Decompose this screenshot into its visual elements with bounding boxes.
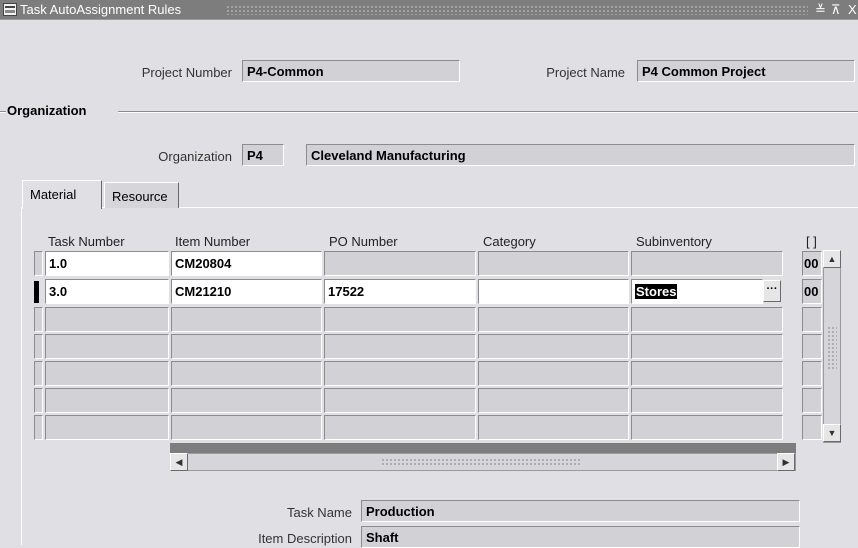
close-icon[interactable]: X bbox=[848, 2, 857, 17]
item-number-cell[interactable]: CM20804 bbox=[171, 251, 322, 276]
section-divider bbox=[0, 111, 6, 113]
category-cell[interactable] bbox=[478, 251, 629, 276]
column-header-category: Category bbox=[483, 234, 536, 249]
row-indicator[interactable] bbox=[34, 251, 43, 276]
minimize-icon[interactable]: ≚ bbox=[815, 2, 826, 18]
po-number-cell[interactable]: 17522 bbox=[324, 279, 476, 304]
po-number-cell[interactable] bbox=[324, 388, 476, 413]
scroll-down-icon[interactable]: ▼ bbox=[823, 424, 841, 442]
po-number-cell[interactable] bbox=[324, 334, 476, 359]
column-header-folder[interactable]: [ ] bbox=[806, 234, 817, 249]
title-bar: Task AutoAssignment Rules ≚ ⊼ X bbox=[0, 0, 858, 20]
current-row-indicator[interactable] bbox=[34, 281, 39, 303]
category-cell[interactable] bbox=[478, 279, 629, 304]
extra-cell[interactable] bbox=[802, 307, 822, 332]
scroll-left-icon[interactable]: ◀ bbox=[170, 453, 188, 471]
task-number-cell[interactable]: 3.0 bbox=[45, 279, 169, 304]
row-indicator[interactable] bbox=[34, 388, 43, 413]
task-number-cell[interactable] bbox=[45, 415, 169, 440]
item-number-cell[interactable] bbox=[171, 334, 322, 359]
task-name-label: Task Name bbox=[286, 505, 352, 520]
po-number-cell[interactable] bbox=[324, 307, 476, 332]
tab-resource[interactable]: Resource bbox=[104, 182, 179, 208]
extra-cell[interactable] bbox=[802, 361, 822, 386]
project-name-label: Project Name bbox=[546, 65, 625, 80]
subinventory-cell[interactable] bbox=[631, 251, 783, 276]
category-cell[interactable] bbox=[478, 334, 629, 359]
item-number-cell[interactable]: CM21210 bbox=[171, 279, 322, 304]
extra-cell[interactable] bbox=[802, 415, 822, 440]
task-number-cell[interactable]: 1.0 bbox=[45, 251, 169, 276]
horizontal-scroll-track-top bbox=[170, 443, 796, 453]
tab-material[interactable]: Material bbox=[22, 180, 102, 209]
column-header-item-number: Item Number bbox=[175, 234, 251, 249]
vertical-scrollbar[interactable]: ▲ ▼ bbox=[823, 250, 841, 443]
list-of-values-button[interactable]: ··· bbox=[763, 280, 781, 302]
project-number-label: Project Number bbox=[141, 65, 232, 80]
organization-name-field[interactable]: Cleveland Manufacturing bbox=[306, 144, 855, 166]
item-description-label: Item Description bbox=[258, 531, 352, 546]
item-number-cell[interactable] bbox=[171, 361, 322, 386]
organization-label: Organization bbox=[158, 149, 232, 164]
subinventory-cell[interactable]: Stores bbox=[631, 279, 763, 304]
task-number-cell[interactable] bbox=[45, 307, 169, 332]
project-number-field[interactable]: P4-Common bbox=[242, 60, 460, 82]
subinventory-cell[interactable] bbox=[631, 388, 783, 413]
extra-cell[interactable] bbox=[802, 334, 822, 359]
item-number-cell[interactable] bbox=[171, 388, 322, 413]
scroll-thumb[interactable] bbox=[827, 326, 837, 371]
subinventory-cell[interactable] bbox=[631, 307, 783, 332]
column-header-task-number: Task Number bbox=[48, 234, 125, 249]
subinventory-cell[interactable] bbox=[631, 361, 783, 386]
extra-cell[interactable]: 00 bbox=[802, 251, 822, 276]
category-cell[interactable] bbox=[478, 307, 629, 332]
organization-section-title: Organization bbox=[7, 103, 87, 118]
scroll-thumb[interactable] bbox=[381, 458, 581, 466]
row-indicator[interactable] bbox=[34, 334, 43, 359]
row-indicator[interactable] bbox=[34, 361, 43, 386]
item-number-cell[interactable] bbox=[171, 307, 322, 332]
section-divider bbox=[118, 111, 858, 113]
category-cell[interactable] bbox=[478, 415, 629, 440]
window-title: Task AutoAssignment Rules bbox=[20, 2, 186, 17]
column-header-subinventory: Subinventory bbox=[636, 234, 712, 249]
scroll-up-icon[interactable]: ▲ bbox=[823, 250, 841, 268]
horizontal-scrollbar[interactable]: ◀ ▶ bbox=[170, 453, 796, 471]
item-number-cell[interactable] bbox=[171, 415, 322, 440]
po-number-cell[interactable] bbox=[324, 415, 476, 440]
po-number-cell[interactable] bbox=[324, 251, 476, 276]
task-number-cell[interactable] bbox=[45, 334, 169, 359]
organization-code-field[interactable]: P4 bbox=[242, 144, 284, 166]
subinventory-cell[interactable] bbox=[631, 334, 783, 359]
row-indicator[interactable] bbox=[34, 307, 43, 332]
scroll-right-icon[interactable]: ▶ bbox=[777, 453, 795, 471]
task-name-field[interactable]: Production bbox=[361, 500, 800, 522]
task-number-cell[interactable] bbox=[45, 388, 169, 413]
column-header-po-number: PO Number bbox=[329, 234, 398, 249]
subinventory-selected-text: Stores bbox=[635, 284, 678, 299]
category-cell[interactable] bbox=[478, 388, 629, 413]
task-number-cell[interactable] bbox=[45, 361, 169, 386]
category-cell[interactable] bbox=[478, 361, 629, 386]
po-number-cell[interactable] bbox=[324, 361, 476, 386]
maximize-icon[interactable]: ⊼ bbox=[831, 2, 841, 18]
project-name-field[interactable]: P4 Common Project bbox=[637, 60, 855, 82]
extra-cell[interactable]: 00 bbox=[802, 279, 822, 304]
extra-cell[interactable] bbox=[802, 388, 822, 413]
app-icon bbox=[3, 3, 17, 16]
subinventory-cell[interactable] bbox=[631, 415, 783, 440]
title-bar-grip bbox=[226, 5, 808, 15]
row-indicator[interactable] bbox=[34, 415, 43, 440]
